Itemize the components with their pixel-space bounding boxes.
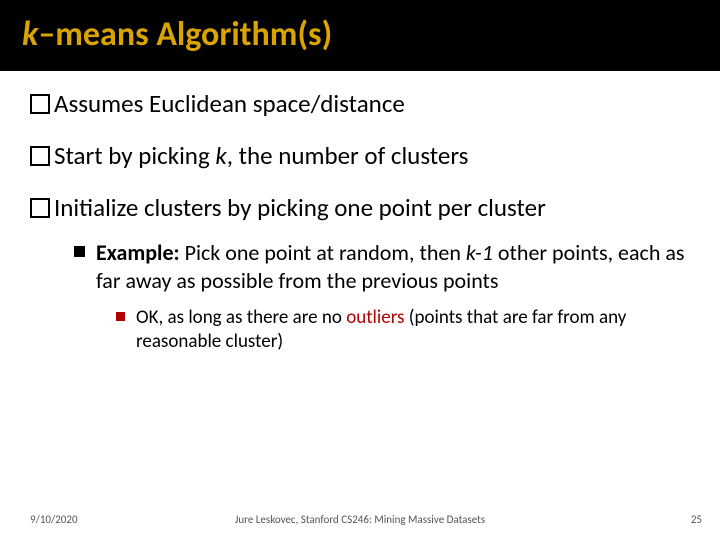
bullet-rest: clusters by picking one point per cluste… [138, 192, 545, 223]
bullet-box-icon [30, 198, 50, 218]
bullet-box-icon [30, 94, 50, 114]
example-k: k-1 [466, 239, 493, 266]
bullet-word: Assumes [54, 88, 143, 119]
slide-body: Assumes Euclidean space/distance Start b… [0, 71, 720, 354]
subnote-outliers: outliers [346, 306, 404, 329]
bullet-rest: by picking [103, 140, 216, 171]
footer-page-number: 25 [691, 513, 702, 526]
slide-title: k–means Algorithm(s) [0, 0, 720, 71]
example-bullet: Example: Pick one point at random, then … [74, 239, 690, 294]
bullet-initialize: Initialize clusters by picking one point… [30, 193, 690, 223]
bullet-rest: , the number of clusters [227, 140, 469, 171]
bullet-word: Start [54, 140, 103, 171]
bullet-k: k [215, 140, 226, 171]
subnote-wrap: OK, as long as there are no outliers (po… [30, 306, 690, 354]
subnote-bullet: OK, as long as there are no outliers (po… [116, 306, 690, 354]
bullet-assumes: Assumes Euclidean space/distance [30, 89, 690, 119]
footer-date: 9/10/2020 [30, 513, 78, 526]
bullet-word: Initialize [54, 192, 138, 223]
bullet-rest: Euclidean space/distance [143, 88, 405, 119]
example-wrap: Example: Pick one point at random, then … [30, 239, 690, 294]
example-label: Example: [96, 239, 180, 266]
bullet-box-icon [30, 146, 50, 166]
title-rest: –means Algorithm(s) [38, 14, 332, 55]
slide-footer: 9/10/2020 Jure Leskovec, Stanford CS246:… [0, 513, 720, 526]
subnote-pre: OK, as long as there are no [136, 306, 346, 329]
title-k: k [22, 14, 38, 55]
bullet-start: Start by picking k, the number of cluste… [30, 141, 690, 171]
footer-attribution: Jure Leskovec, Stanford CS246: Mining Ma… [0, 513, 720, 526]
example-text: Pick one point at random, then [180, 239, 466, 266]
